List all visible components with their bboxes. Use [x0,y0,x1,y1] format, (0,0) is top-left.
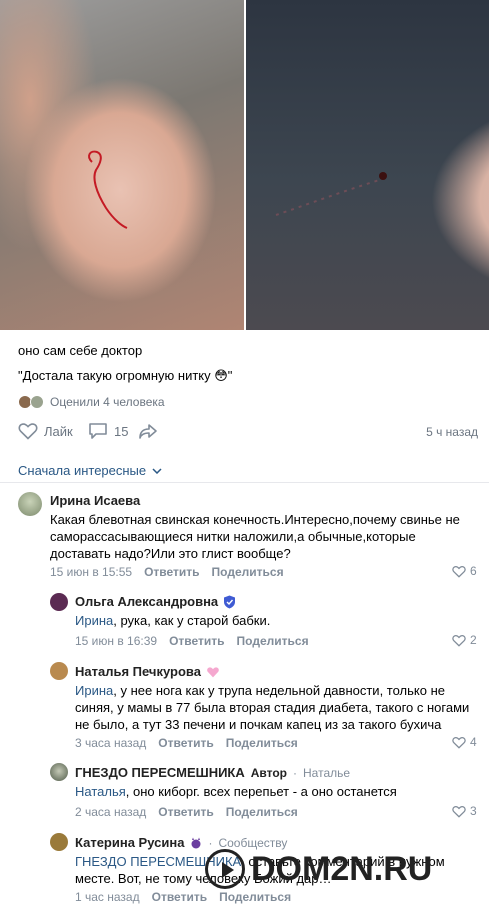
comment-text-row: Ирина, у нее нога как у трупа недельной … [75,682,480,733]
comment-text-row: Ирина, рука, как у старой бабки. [75,612,475,629]
comment-date[interactable]: 3 часа назад [75,736,146,750]
watermark: DOM2N.RU [205,849,432,889]
post-text-line2: "Достала такую огромную нитку 😳" [18,368,233,383]
sort-dropdown[interactable]: Сначала интересные [18,463,162,478]
liked-by-text: Оценили 4 человека [50,395,165,409]
comment-likes: 3 [470,804,477,818]
liked-by-row[interactable]: Оценили 4 человека [18,395,165,409]
comment-author[interactable]: Катерина Русина [75,835,184,850]
verified-badge-icon [224,595,236,608]
comment-author-row: ГНЕЗДО ПЕРЕСМЕШНИКА Автор · Наталье [75,765,350,780]
mention-link[interactable]: Ирина [75,683,113,698]
heart-icon [452,736,466,749]
comment-author[interactable]: Наталья Печкурова [75,664,201,679]
chevron-down-icon [152,467,162,474]
comment-date[interactable]: 15 июн в 16:39 [75,634,157,648]
comment-date[interactable]: 1 час назад [75,890,140,904]
comment-like-button[interactable]: 2 [452,633,477,647]
avatar[interactable] [50,833,68,851]
reply-button[interactable]: Ответить [169,634,224,648]
separator-dot: · [293,765,298,780]
share-comment-button[interactable]: Поделиться [219,890,291,904]
photo-palm[interactable] [0,0,244,330]
comment-meta: 15 июн в 16:39 Ответить Поделиться [75,634,309,648]
comment-like-button[interactable]: 3 [452,804,477,818]
post-photos [0,0,489,330]
comment-author[interactable]: Ирина Исаева [50,493,140,508]
share-comment-button[interactable]: Поделиться [237,634,309,648]
comment-meta: 1 час назад Ответить Поделиться [75,890,291,904]
comment-author-row: Наталья Печкурова [75,664,220,679]
post-time: 5 ч назад [426,425,478,439]
heart-icon [452,805,466,818]
comment-author-row: Катерина Русина · Сообществу [75,835,287,850]
comment-date[interactable]: 2 часа назад [75,805,146,819]
comment-author[interactable]: ГНЕЗДО ПЕРЕСМЕШНИКА [75,765,245,780]
mention-link[interactable]: Наталья [75,784,126,799]
reply-to-link[interactable]: Сообществу [218,836,287,850]
comment-text: , у нее нога как у трупа недельной давно… [75,683,470,732]
comments-button[interactable]: 15 [88,422,128,440]
photo-leg[interactable] [246,0,489,330]
heart-icon [18,423,38,440]
comment-likes: 6 [470,564,477,578]
avatar[interactable] [50,662,68,680]
author-tag: Автор [250,765,288,780]
comment-likes: 4 [470,735,477,749]
like-button[interactable]: Лайк [18,422,73,440]
reply-button[interactable]: Ответить [158,736,213,750]
comment-text-row: Наталья, оно киборг. всех перепьет - а о… [75,783,480,800]
reply-button[interactable]: Ответить [158,805,213,819]
post-text-line1: оно сам себе доктор [18,343,143,358]
heart-emoji-icon [207,666,219,677]
share-icon [139,424,157,439]
comment-likes: 2 [470,633,477,647]
comments-count: 15 [114,423,129,439]
divider [0,482,489,483]
share-comment-button[interactable]: Поделиться [212,565,284,579]
comment-meta: 15 июн в 15:55 Ответить Поделиться [50,565,284,579]
avatar[interactable] [18,492,42,516]
post-actions: Лайк 15 5 ч назад [18,422,478,442]
heart-icon [452,634,466,647]
avatar[interactable] [50,593,68,611]
comment-like-button[interactable]: 4 [452,735,477,749]
sort-label: Сначала интересные [18,463,147,478]
share-comment-button[interactable]: Поделиться [226,805,298,819]
mention-link[interactable]: Ирина [75,613,113,628]
comment-text: , рука, как у старой бабки. [113,613,271,628]
reply-to-link[interactable]: Наталье [303,766,350,780]
liker-avatar [30,395,44,409]
devil-emoji-icon [191,837,201,848]
play-icon [205,849,245,889]
comment-meta: 3 часа назад Ответить Поделиться [75,736,298,750]
comment-icon [89,423,107,439]
heart-icon [452,565,466,578]
comment-text: Какая блевотная свинская конечность.Инте… [50,512,460,561]
comment-date[interactable]: 15 июн в 15:55 [50,565,132,579]
comment-text: , оно киборг. всех перепьет - а оно оста… [125,784,397,799]
share-comment-button[interactable]: Поделиться [226,736,298,750]
comment-like-button[interactable]: 6 [452,564,477,578]
comment-author-row: Ольга Александровна [75,594,236,609]
share-button[interactable] [138,422,158,440]
watermark-text: DOM2N.RU [251,849,433,888]
scar-drawing [275,172,387,216]
reply-button[interactable]: Ответить [144,565,199,579]
comment-meta: 2 часа назад Ответить Поделиться [75,805,298,819]
reply-button[interactable]: Ответить [152,890,207,904]
comment-author[interactable]: Ольга Александровна [75,594,218,609]
avatar[interactable] [50,763,68,781]
like-label: Лайк [44,423,73,439]
thread-drawing [88,150,128,229]
separator-dot: · [208,835,213,850]
